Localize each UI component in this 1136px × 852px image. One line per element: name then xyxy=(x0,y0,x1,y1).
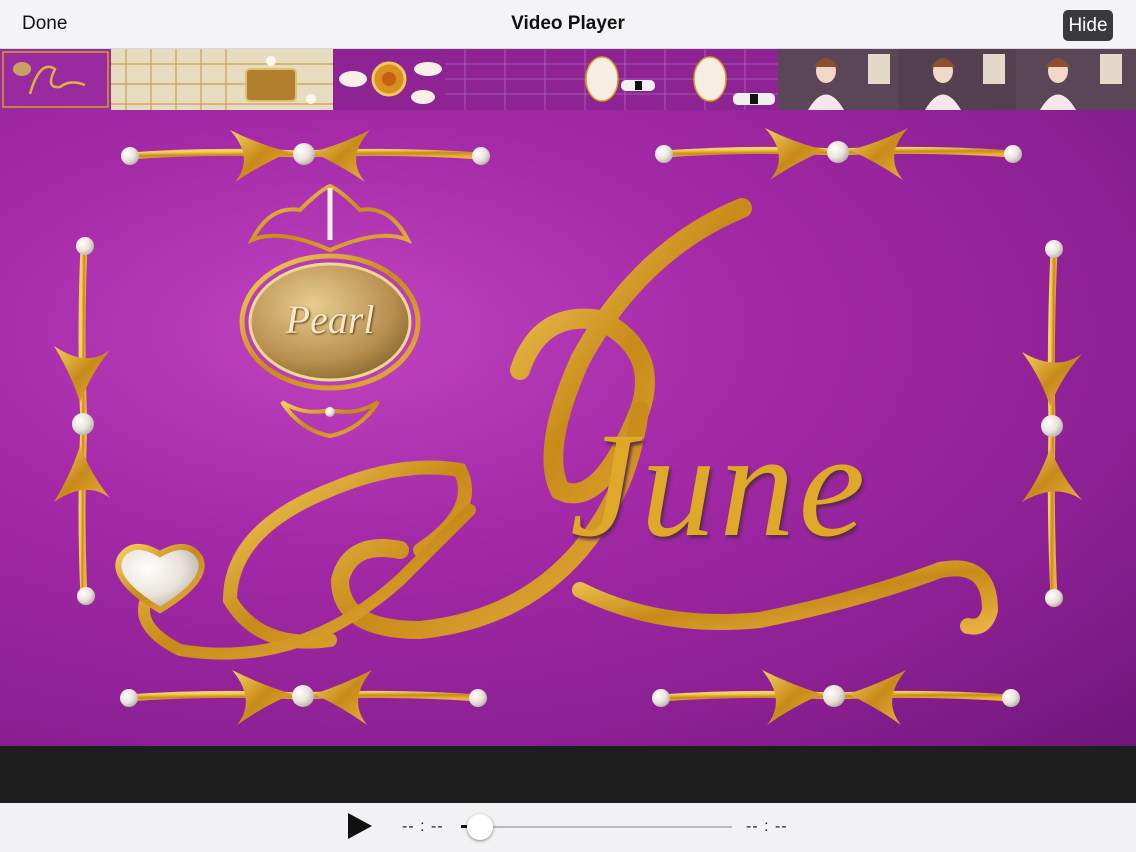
scrubber-track[interactable] xyxy=(461,826,732,828)
elapsed-time: -- : -- xyxy=(402,818,444,835)
plaque-text: Pearl xyxy=(285,297,375,342)
play-icon[interactable] xyxy=(348,813,372,839)
letterbox-bar xyxy=(0,746,1136,803)
filmstrip[interactable] xyxy=(0,49,1136,110)
ornament-bottom-right xyxy=(652,670,1020,725)
ornament-right-vertical xyxy=(1022,240,1082,607)
scrubber-knob[interactable] xyxy=(466,814,493,840)
june-title-thumbnail[interactable] xyxy=(0,49,111,110)
jewel-clasp-thumbnail[interactable] xyxy=(333,49,445,110)
video-frame[interactable]: Pearl June xyxy=(0,110,1136,746)
pearl-pattern-thumbnail[interactable] xyxy=(111,49,333,110)
remaining-time: -- : -- xyxy=(746,818,788,835)
ornament-top-right xyxy=(655,128,1022,180)
done-button[interactable]: Done xyxy=(22,13,67,35)
portrait-thumbnail[interactable] xyxy=(778,49,1136,110)
invitation-thumbnail[interactable] xyxy=(445,49,778,110)
ornament-bottom-left xyxy=(120,670,487,725)
ornament-top-left xyxy=(121,130,490,182)
page-title: Video Player xyxy=(511,13,625,34)
ornament-left-vertical xyxy=(54,237,110,605)
script-title: June xyxy=(570,402,870,568)
navigation-bar: Done Video Player Hide xyxy=(0,0,1136,49)
heart-ornament xyxy=(115,544,205,614)
hide-button[interactable]: Hide xyxy=(1063,10,1113,41)
